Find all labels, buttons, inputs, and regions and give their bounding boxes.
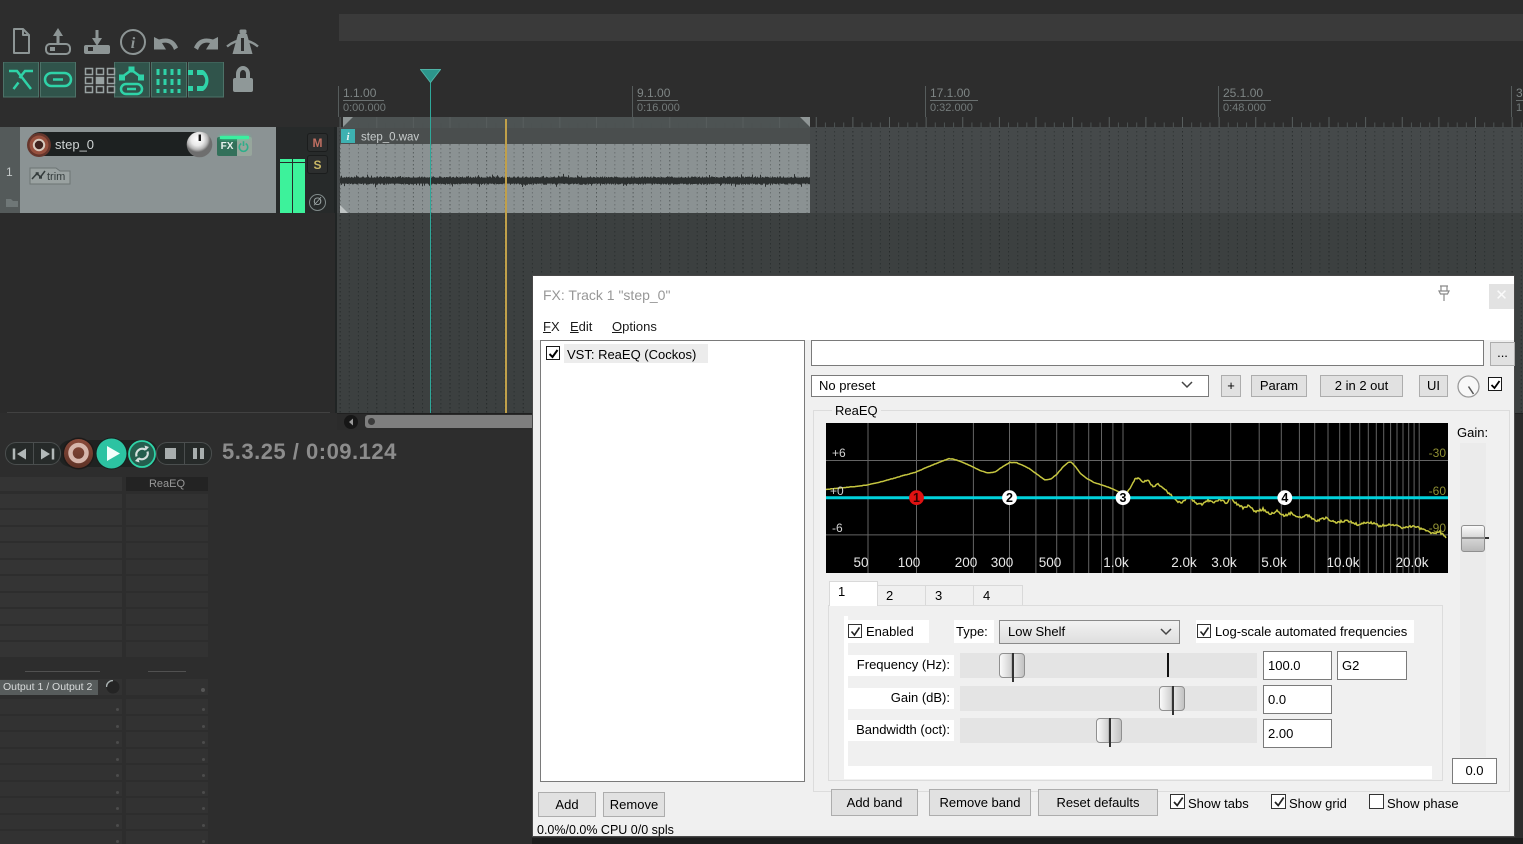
svg-text:3.0k: 3.0k [1211, 555, 1237, 570]
svg-text:5.0k: 5.0k [1261, 555, 1287, 570]
svg-text:4: 4 [1281, 491, 1288, 505]
svg-text:-30: -30 [1429, 446, 1447, 460]
svg-text:20.0k: 20.0k [1395, 555, 1428, 570]
svg-text:trim: trim [47, 171, 65, 183]
svg-text:10.0k: 10.0k [1326, 555, 1359, 570]
svg-text:1: 1 [913, 491, 920, 505]
svg-text:2.0k: 2.0k [1171, 555, 1197, 570]
svg-text:1.0k: 1.0k [1103, 555, 1129, 570]
svg-text:100: 100 [898, 555, 921, 570]
svg-text:-60: -60 [1429, 484, 1447, 498]
svg-text:2: 2 [1006, 491, 1013, 505]
svg-text:-90: -90 [1429, 521, 1447, 535]
svg-text:200: 200 [955, 555, 978, 570]
svg-text:step_0.wav: step_0.wav [361, 132, 419, 144]
svg-text:i: i [131, 35, 136, 52]
svg-text:-6: -6 [832, 521, 843, 535]
svg-text:3: 3 [1120, 491, 1127, 505]
svg-text:+6: +6 [832, 446, 846, 460]
svg-text:50: 50 [853, 555, 868, 570]
svg-text:+0: +0 [830, 484, 844, 498]
svg-text:300: 300 [991, 555, 1014, 570]
svg-text:500: 500 [1039, 555, 1062, 570]
